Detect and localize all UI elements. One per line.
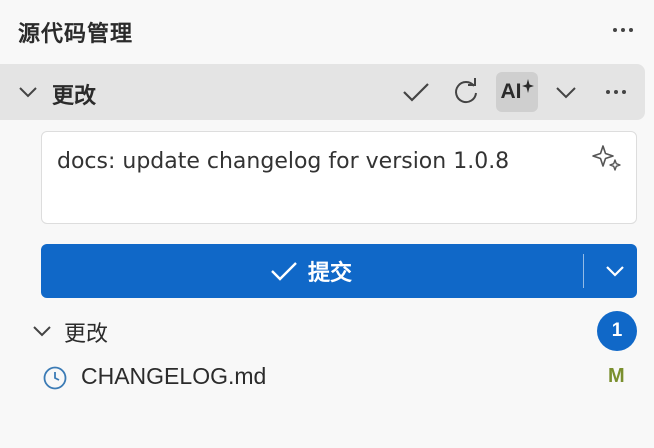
- changes-count-badge: 1: [597, 311, 637, 351]
- panel-titlebar: 源代码管理: [0, 0, 654, 62]
- ai-sparkle-icon: [521, 79, 534, 93]
- file-row[interactable]: CHANGELOG.md M: [0, 358, 654, 398]
- commit-button[interactable]: 提交: [41, 244, 637, 298]
- commit-check-button[interactable]: [396, 72, 436, 112]
- ellipsis-icon: [613, 28, 633, 32]
- changes-section-header[interactable]: 更改 AI: [0, 64, 645, 120]
- sparkle-icon[interactable]: [591, 142, 623, 174]
- ai-generate-button[interactable]: AI: [496, 72, 538, 112]
- check-icon: [403, 83, 429, 102]
- expand-button[interactable]: [546, 72, 586, 112]
- file-name[interactable]: CHANGELOG.md: [81, 363, 266, 390]
- file-status-badge: M: [608, 365, 625, 387]
- changes-group-row[interactable]: 更改 1: [0, 310, 654, 352]
- ellipsis-icon: [606, 90, 626, 94]
- refresh-button[interactable]: [446, 72, 486, 112]
- commit-button-label: 提交: [307, 261, 352, 286]
- changes-section-label: 更改: [52, 84, 97, 109]
- panel-more-button[interactable]: [606, 15, 640, 45]
- more-actions-button[interactable]: [596, 72, 636, 112]
- commit-message-text[interactable]: docs: update changelog for version 1.0.8: [57, 142, 577, 182]
- chevron-down-icon: [556, 87, 576, 99]
- ai-label: AI: [500, 80, 522, 103]
- commit-button-divider: [583, 254, 584, 288]
- commit-message-input[interactable]: docs: update changelog for version 1.0.8: [41, 131, 637, 224]
- clock-icon: [43, 366, 67, 390]
- check-icon: [271, 262, 297, 281]
- chevron-down-icon[interactable]: [16, 80, 40, 104]
- commit-dropdown-button[interactable]: [593, 244, 637, 298]
- panel-title: 源代码管理: [18, 22, 134, 47]
- chevron-down-icon: [606, 266, 624, 277]
- changes-group-label: 更改: [64, 322, 109, 347]
- refresh-icon: [455, 78, 477, 104]
- chevron-down-icon[interactable]: [30, 319, 54, 343]
- commit-button-main[interactable]: 提交: [41, 244, 581, 298]
